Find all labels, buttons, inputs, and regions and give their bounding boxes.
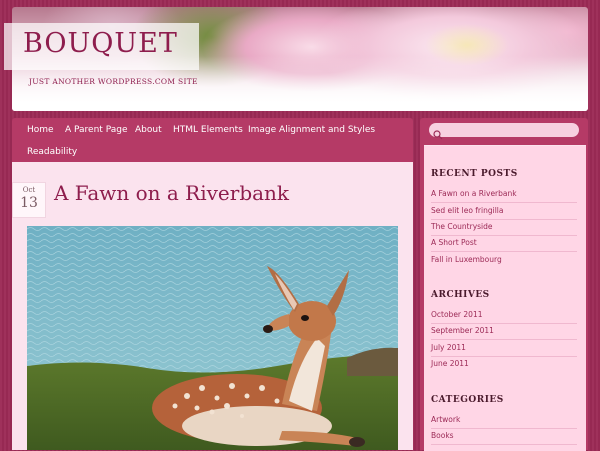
nav-item-about[interactable]: About xyxy=(135,125,162,135)
category-link[interactable]: Artwork xyxy=(431,415,577,429)
category-link[interactable]: Books xyxy=(431,431,577,445)
nav-item-parent-page[interactable]: A Parent Page xyxy=(65,125,127,135)
search-icon xyxy=(433,125,443,140)
main-navigation: Home A Parent Page About HTML Elements I… xyxy=(12,118,413,162)
site-tagline: Just another WordPress.com site xyxy=(29,77,198,86)
recent-post-link[interactable]: A Fawn on a Riverbank xyxy=(431,189,577,203)
site-title[interactable]: Bouquet xyxy=(23,28,178,59)
recent-post-link[interactable]: The Countryside xyxy=(431,222,577,236)
archive-link[interactable]: July 2011 xyxy=(431,343,577,357)
archive-link[interactable]: September 2011 xyxy=(431,326,577,340)
nav-item-html-elements[interactable]: HTML Elements xyxy=(173,125,243,135)
nav-item-readability[interactable]: Readability xyxy=(27,147,77,157)
recent-posts-title: Recent Posts xyxy=(431,169,518,179)
categories-title: Categories xyxy=(431,395,504,405)
nav-item-home[interactable]: Home xyxy=(27,125,54,135)
search-input[interactable] xyxy=(429,123,579,137)
recent-post-link[interactable]: Fall in Luxembourg xyxy=(431,255,577,268)
archive-link[interactable]: June 2011 xyxy=(431,359,577,372)
post-title[interactable]: A Fawn on a Riverbank xyxy=(54,181,289,205)
post-date-badge: Oct 13 xyxy=(12,182,46,218)
fawn-photo xyxy=(27,226,398,450)
post-image xyxy=(27,226,398,450)
archive-link[interactable]: October 2011 xyxy=(431,310,577,324)
post-date-day: 13 xyxy=(20,195,38,211)
recent-post-link[interactable]: Sed elit leo fringilla xyxy=(431,206,577,220)
post-date-month: Oct xyxy=(22,186,36,194)
recent-post-link[interactable]: A Short Post xyxy=(431,238,577,252)
nav-item-image-alignment[interactable]: Image Alignment and Styles xyxy=(248,125,375,135)
archives-title: Archives xyxy=(431,290,490,300)
